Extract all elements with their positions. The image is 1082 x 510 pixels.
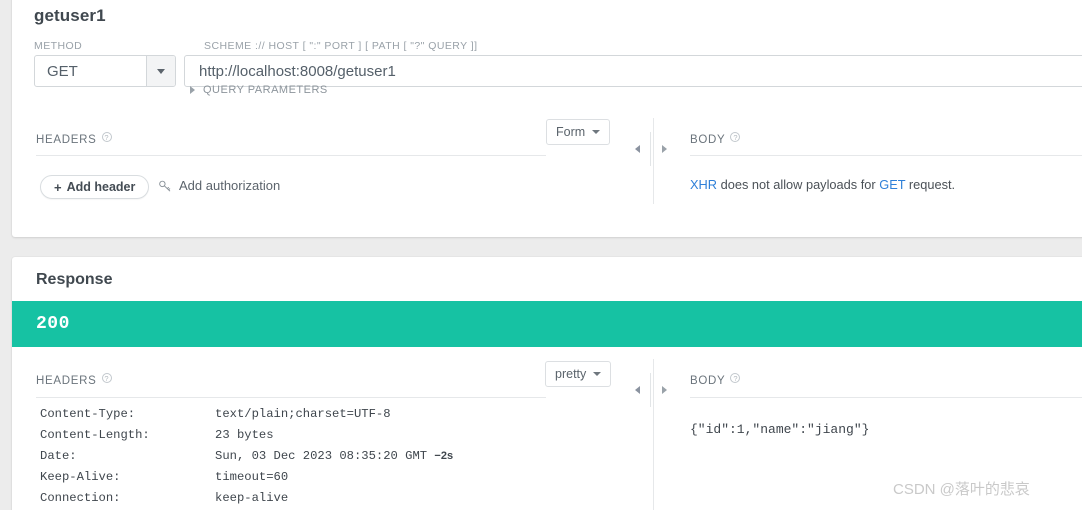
request-headers-divider <box>36 155 546 156</box>
key-icon <box>159 180 171 191</box>
request-pane-collapse-toggles <box>624 132 677 166</box>
status-bar: 200 <box>12 301 1082 347</box>
response-headers-table: Content-Type: text/plain;charset=UTF-8 Con… <box>40 404 453 508</box>
request-body-note: XHR does not allow payloads for GET requ… <box>690 177 955 192</box>
get-method-link[interactable]: GET <box>879 177 905 192</box>
query-parameters-toggle[interactable]: QUERY PARAMETERS <box>190 84 328 96</box>
watermark: CSDN @落叶的悲哀 <box>893 481 1030 498</box>
query-parameters-label: QUERY PARAMETERS <box>203 84 328 96</box>
response-headers-format-select[interactable]: pretty <box>545 361 612 387</box>
header-value: timeout=60 <box>215 469 289 484</box>
table-row: Date: Sun, 03 Dec 2023 08:35:20 GMT −2s <box>40 446 453 467</box>
url-input[interactable]: http://localhost:8008/getuser1 <box>184 55 1082 87</box>
request-headers-format-value: Form <box>556 125 586 139</box>
response-body-content: {"id":1,"name":"jiang"} <box>690 422 870 437</box>
chevron-down-icon[interactable] <box>146 56 175 86</box>
help-icon[interactable]: ? <box>730 132 741 142</box>
method-select[interactable]: GET <box>34 55 176 87</box>
response-title: Response <box>36 271 113 288</box>
help-icon[interactable]: ? <box>730 373 741 383</box>
request-body-divider <box>690 155 1082 156</box>
collapse-left-button[interactable] <box>624 138 650 160</box>
request-headers-pane-title: HEADERS ? <box>36 132 112 146</box>
table-row: Connection: keep-alive <box>40 487 453 508</box>
expand-right-button[interactable] <box>651 138 677 160</box>
request-body-pane-title: BODY ? <box>690 132 741 146</box>
header-value: keep-alive <box>215 490 289 505</box>
header-delta: −2s <box>434 449 454 462</box>
page-root: getuser1 METHOD SCHEME :// HOST [ ":" PO… <box>0 0 1082 510</box>
expand-right-button[interactable] <box>651 379 677 401</box>
table-row: Keep-Alive: timeout=60 <box>40 466 453 487</box>
request-title: getuser1 <box>34 6 106 25</box>
add-authorization-button[interactable]: Add authorization <box>158 178 280 193</box>
header-key: Content-Length: <box>40 428 150 443</box>
header-key: Keep-Alive: <box>40 469 121 484</box>
help-icon[interactable]: ? <box>101 132 112 142</box>
note-suffix: request. <box>905 177 956 192</box>
help-icon[interactable]: ? <box>101 373 112 383</box>
response-headers-pane-title: HEADERS ? <box>36 373 112 387</box>
chevron-down-icon <box>592 130 601 134</box>
response-body-divider <box>690 397 1082 398</box>
method-select-value: GET <box>47 62 78 80</box>
response-headers-divider <box>36 397 546 398</box>
response-pane-split <box>653 359 654 510</box>
status-code: 200 <box>36 314 70 334</box>
response-body-pane-title: BODY ? <box>690 373 741 387</box>
chevron-down-icon <box>593 372 602 376</box>
header-value: text/plain;charset=UTF-8 <box>215 407 391 422</box>
collapse-left-button[interactable] <box>624 379 650 401</box>
header-value: Sun, 03 Dec 2023 08:35:20 GMT −2s <box>215 448 454 463</box>
method-label: METHOD <box>34 40 83 52</box>
header-value: 23 bytes <box>215 428 274 443</box>
xhr-link[interactable]: XHR <box>690 177 717 192</box>
add-authorization-label: Add authorization <box>179 178 281 193</box>
request-headers-format-select[interactable]: Form <box>546 119 611 145</box>
request-pane-split <box>653 118 654 204</box>
table-row: Content-Type: text/plain;charset=UTF-8 <box>40 404 453 425</box>
response-pane-collapse-toggles <box>624 373 677 407</box>
response-headers-format-value: pretty <box>555 367 587 381</box>
request-card: getuser1 METHOD SCHEME :// HOST [ ":" PO… <box>12 0 1082 237</box>
chevron-right-icon <box>190 86 195 94</box>
note-middle: does not allow payloads for <box>717 177 880 192</box>
add-header-button[interactable]: + Add header <box>40 175 150 199</box>
table-row: Content-Length: 23 bytes <box>40 425 453 446</box>
header-key: Connection: <box>40 490 121 505</box>
plus-icon: + <box>54 179 62 195</box>
header-key: Content-Type: <box>40 407 136 422</box>
url-label: SCHEME :// HOST [ ":" PORT ] [ PATH [ "?… <box>204 40 478 52</box>
add-header-label: Add header <box>66 180 136 194</box>
header-key: Date: <box>40 448 77 463</box>
response-card: Response 200 HEADERS ? pretty BODY ? Con… <box>12 257 1082 510</box>
